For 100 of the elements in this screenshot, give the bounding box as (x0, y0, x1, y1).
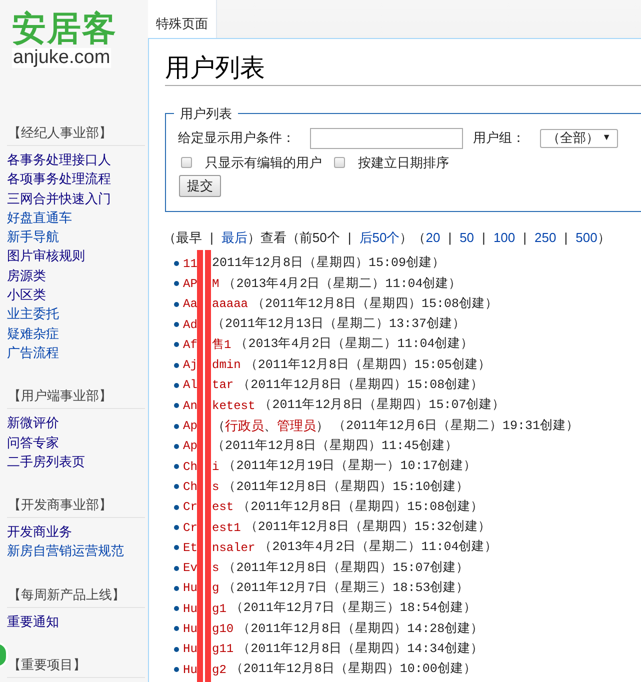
form-legend: 用户列表 (174, 104, 238, 124)
bullet-icon (174, 342, 179, 348)
sidebar-link[interactable]: 各项事务处理流程 (7, 169, 145, 189)
user-name-link[interactable]: Ch (183, 478, 198, 496)
bullet-icon (174, 586, 179, 591)
user-name-link[interactable]: tar (212, 376, 234, 394)
pagination-link[interactable]: 100 (493, 228, 516, 248)
separator-text: | (564, 229, 568, 247)
user-name-link[interactable]: Af (183, 336, 198, 354)
pagination-link[interactable]: 500 (576, 228, 598, 248)
user-name-link[interactable]: est1 (212, 518, 241, 536)
user-name-link[interactable]: s (212, 559, 220, 578)
user-name-link[interactable]: 售1 (212, 336, 232, 354)
username-input[interactable] (310, 128, 463, 148)
sidebar-link[interactable]: 新房自营销运营规范 (7, 541, 145, 561)
user-name-link[interactable]: Aj (183, 356, 198, 374)
bullet-icon (174, 504, 179, 510)
bullet-icon (174, 281, 179, 286)
sidebar-link[interactable]: 广告流程 (7, 342, 145, 362)
pagination-text: ）查看（前50个 (247, 229, 340, 247)
user-name-link[interactable]: Al (183, 376, 198, 394)
sidebar-link[interactable]: 小区类 (7, 285, 145, 304)
user-name-link[interactable]: Hu (183, 579, 198, 598)
user-name-link[interactable]: i (212, 458, 220, 476)
created-date: （2013年4月2日（星期二）11:04创建） (223, 276, 462, 293)
user-name-link[interactable]: g (212, 579, 220, 598)
user-name-link[interactable]: Ap (183, 437, 198, 456)
user-name-link[interactable]: g2 (212, 660, 226, 679)
user-name-link[interactable]: Hu (183, 620, 198, 638)
checkbox-label[interactable]: 只显示有编辑的用户 (205, 152, 322, 172)
sidebar-link[interactable]: 三网合并快速入门 (7, 188, 145, 208)
sidebar-link[interactable]: 好盘直通车 (7, 208, 145, 228)
section-heading: 【开发商事业部】 (8, 497, 112, 512)
sidebar-link[interactable]: 二手房列表页 (7, 452, 145, 472)
sidebar-link[interactable]: 开发商业务 (7, 522, 145, 542)
page-title: 用户列表 (165, 53, 265, 83)
user-name-link[interactable]: Et (183, 538, 198, 557)
punctuation-text: ） (316, 417, 329, 436)
user-name-link[interactable]: An (183, 396, 198, 415)
user-name-link[interactable]: Ad (183, 316, 198, 334)
user-name-link[interactable]: Ap (183, 417, 198, 436)
sidebar-link[interactable]: 重要通知 (7, 612, 145, 631)
pagination-link[interactable]: 最后 (221, 228, 248, 248)
user-name-link[interactable]: nsaler (212, 538, 256, 557)
user-name-link[interactable]: Cr (183, 498, 198, 516)
pagination-link[interactable]: 20 (426, 228, 440, 248)
sidebar-link[interactable]: 各事务处理接口人 (7, 150, 145, 170)
dropdown-arrow-icon: ▼ (602, 131, 611, 145)
sidebar-link[interactable]: 新手导航 (7, 227, 145, 246)
user-name-link[interactable]: g1 (212, 600, 226, 618)
created-date: （2011年12月8日（星期四）15:05创建） (244, 356, 491, 374)
user-name-link[interactable]: 11 (183, 254, 198, 273)
checkbox[interactable] (334, 156, 345, 168)
submit-button[interactable]: 提交 (179, 175, 221, 197)
user-name-link[interactable]: Hu (183, 640, 198, 658)
user-name-link[interactable]: Hu (183, 600, 198, 618)
bullet-icon (174, 484, 179, 490)
user-name-link[interactable]: dmin (212, 356, 241, 374)
section-heading: 【每周新产品上线】 (8, 586, 125, 602)
sidebar-link[interactable]: 疑难杂症 (7, 324, 145, 343)
pagination-link[interactable]: 250 (534, 228, 556, 248)
user-name-link[interactable]: Cr (183, 518, 198, 536)
pagination-text: ）（ (400, 229, 426, 247)
user-name-link[interactable]: Hu (183, 660, 198, 679)
user-name-link[interactable]: Ch (183, 458, 198, 476)
logo-domain[interactable]: anjuke.com (12, 48, 112, 68)
user-name-link[interactable]: M (212, 274, 220, 293)
pagination-link[interactable]: 后50个 (359, 228, 400, 248)
created-date: （2011年12月7日（星期三）18:54创建） (230, 600, 476, 618)
checkbox-label[interactable]: 按建立日期排序 (358, 152, 449, 172)
user-name-link[interactable]: g11 (212, 640, 234, 658)
bullet-icon (174, 261, 179, 266)
user-name-link[interactable]: Ev (183, 559, 198, 578)
created-date: （2011年12月13日（星期二）13:37创建） (212, 316, 466, 334)
sidebar-link[interactable]: 业主委托 (7, 304, 145, 324)
group-select[interactable]: （全部） ▼ (540, 128, 618, 148)
user-name-link[interactable]: aaaaa (212, 295, 248, 314)
bullet-icon (174, 382, 179, 388)
sidebar-link[interactable]: 新微评价 (7, 413, 145, 433)
sidebar-link[interactable]: 房源类 (7, 266, 145, 286)
user-name-link[interactable]: est (212, 498, 234, 516)
created-date: （2011年12月8日（星期四）14:34创建） (238, 640, 484, 658)
sidebar-link[interactable]: 图片审核规则 (7, 246, 145, 266)
user-name-link[interactable]: g10 (212, 620, 234, 638)
group-link[interactable]: 行政员 (225, 416, 264, 436)
bullet-icon (174, 606, 179, 612)
group-link[interactable]: 管理员 (277, 416, 316, 436)
bullet-icon (174, 464, 179, 470)
bullet-icon (174, 626, 179, 632)
bullet-icon (174, 525, 179, 530)
user-name-link[interactable]: AP (183, 274, 198, 293)
user-name-link[interactable]: Aa (183, 295, 198, 314)
created-date: （2011年12月8日（星期四）15:07创建） (259, 396, 506, 414)
pagination-link[interactable]: 50 (460, 228, 474, 248)
bullet-icon (174, 403, 179, 408)
sidebar-link[interactable]: 问答专家 (7, 432, 145, 452)
user-name-link[interactable]: ketest (212, 396, 256, 415)
user-name-link[interactable]: s (212, 478, 220, 496)
page-tab[interactable]: 特殊页面 (148, 0, 217, 38)
checkbox[interactable] (181, 156, 192, 168)
